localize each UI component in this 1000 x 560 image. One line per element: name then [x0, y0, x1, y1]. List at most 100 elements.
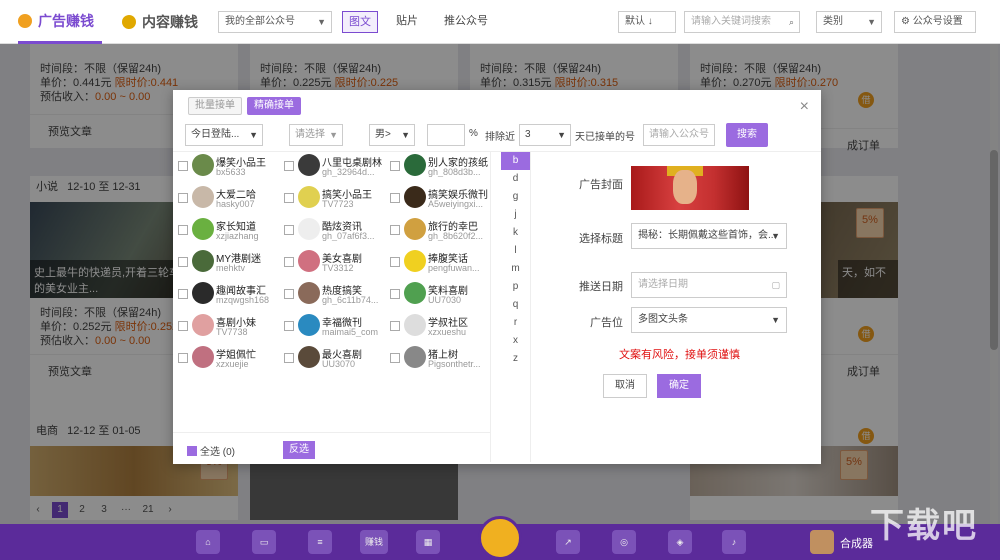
- account-item[interactable]: 趣闻故事汇 mzqwgsh168: [173, 280, 279, 312]
- home-icon[interactable]: ⌂: [196, 530, 220, 554]
- account-checkbox[interactable]: [178, 353, 188, 363]
- account-item[interactable]: 八里屯桌剧林 gh_32964d...: [279, 152, 385, 184]
- account-item[interactable]: 猪上树 Pigsonthetr...: [385, 344, 491, 376]
- alphabet-letter-q[interactable]: q: [501, 296, 530, 314]
- account-checkbox[interactable]: [178, 289, 188, 299]
- account-checkbox[interactable]: [284, 225, 294, 235]
- account-checkbox[interactable]: [178, 225, 188, 235]
- account-item[interactable]: 幸福微刊 maimai5_com: [279, 312, 385, 344]
- cancel-button[interactable]: 取消: [603, 374, 647, 398]
- title-select[interactable]: 揭秘：长期佩戴这些首饰，会... ▼: [631, 223, 787, 249]
- alphabet-letter-m[interactable]: m: [501, 260, 530, 278]
- account-item[interactable]: 旅行的幸巴 gh_8b620f2...: [385, 216, 491, 248]
- category-select[interactable]: 类别 ▼: [816, 11, 882, 33]
- account-checkbox[interactable]: [284, 289, 294, 299]
- login-filter-select[interactable]: 今日登陆... ▼: [185, 124, 263, 146]
- account-item[interactable]: 酷炫资讯 gh_07af6f3...: [279, 216, 385, 248]
- weibo-icon[interactable]: ◎: [612, 530, 636, 554]
- account-item[interactable]: 爆笑小品王 bx5633: [173, 152, 279, 184]
- account-checkbox[interactable]: [390, 225, 400, 235]
- account-item[interactable]: 别人家的孩纸 gh_808d3b...: [385, 152, 491, 184]
- alphabet-letter-g[interactable]: g: [501, 188, 530, 206]
- alphabet-letter-p[interactable]: p: [501, 278, 530, 296]
- account-item[interactable]: 最火喜剧 UU3070: [279, 344, 385, 376]
- music-icon[interactable]: ♪: [722, 530, 746, 554]
- account-search-input[interactable]: 请输入公众号: [643, 124, 715, 146]
- filter-promote-button[interactable]: 推公众号: [438, 11, 494, 33]
- position-select-value: 多图文头条: [638, 314, 688, 325]
- alphabet-letter-k[interactable]: k: [501, 224, 530, 242]
- alphabet-letter-b[interactable]: b: [501, 152, 530, 170]
- account-item[interactable]: 热度搞笑 gh_6c11b74...: [279, 280, 385, 312]
- avatar[interactable]: [810, 530, 834, 554]
- alphabet-letter-r[interactable]: r: [501, 314, 530, 332]
- account-checkbox[interactable]: [178, 321, 188, 331]
- position-select[interactable]: 多图文头条 ▼: [631, 307, 787, 333]
- account-checkbox[interactable]: [178, 161, 188, 171]
- invert-selection-button[interactable]: 反选: [283, 441, 315, 459]
- select-all-checkbox[interactable]: 全选 (0): [187, 443, 235, 458]
- alphabet-letter-l[interactable]: l: [501, 242, 530, 260]
- account-item[interactable]: 美女喜剧 TV3312: [279, 248, 385, 280]
- account-checkbox[interactable]: [284, 161, 294, 171]
- monitor-icon[interactable]: ▭: [252, 530, 276, 554]
- account-checkbox[interactable]: [284, 257, 294, 267]
- account-checkbox[interactable]: [390, 353, 400, 363]
- alphabet-letter-d[interactable]: d: [501, 170, 530, 188]
- calendar-icon[interactable]: ▢: [771, 273, 780, 297]
- keyword-search-input[interactable]: 请输入关键词搜索 ⌕: [684, 11, 800, 33]
- filter-tiepian-button[interactable]: 贴片: [390, 11, 424, 33]
- account-checkbox[interactable]: [390, 161, 400, 171]
- account-item[interactable]: 学叔社区 xzxueshu: [385, 312, 491, 344]
- account-item[interactable]: 捧腹笑话 pengfuwan...: [385, 248, 491, 280]
- chevron-down-icon: ▼: [329, 130, 338, 140]
- tab-ad-earn[interactable]: 广告赚钱: [18, 0, 102, 44]
- tab-content-earn[interactable]: 内容赚钱: [122, 0, 198, 44]
- gender-select[interactable]: 男> ▼: [369, 124, 415, 146]
- filter-tuwen-button[interactable]: 图文: [342, 11, 378, 33]
- account-checkbox[interactable]: [178, 257, 188, 267]
- center-logo-icon[interactable]: [478, 516, 522, 560]
- alphabet-letter-j[interactable]: j: [501, 206, 530, 224]
- top-bar: 广告赚钱 内容赚钱 我的全部公众号 ▼ 图文 贴片 推公众号 默认 ↓ 请输入关…: [0, 0, 1000, 44]
- account-item[interactable]: 学姐佩忙 xzxuejie: [173, 344, 279, 376]
- account-item[interactable]: 搞笑娱乐微刊 A5weiyingxi...: [385, 184, 491, 216]
- confirm-button[interactable]: 确定: [657, 374, 701, 398]
- earn-icon[interactable]: 赚钱: [360, 530, 388, 554]
- account-checkbox[interactable]: [390, 289, 400, 299]
- choose-select[interactable]: 请选择 ▼: [289, 124, 343, 146]
- alphabet-letter-z[interactable]: z: [501, 350, 530, 368]
- search-icon[interactable]: ⌕: [789, 12, 794, 32]
- account-item[interactable]: 喜剧小妹 TV7738: [173, 312, 279, 344]
- account-item[interactable]: MY港剧迷 mehktv: [173, 248, 279, 280]
- layers-icon[interactable]: ◈: [668, 530, 692, 554]
- date-picker-input[interactable]: 请选择日期 ▢: [631, 272, 787, 298]
- search-button[interactable]: 搜索: [726, 123, 768, 147]
- percent-input[interactable]: [427, 124, 465, 146]
- account-checkbox[interactable]: [284, 321, 294, 331]
- account-id: gh_07af6f3...: [322, 231, 375, 241]
- tab-precise-order[interactable]: 精确接单: [247, 97, 301, 115]
- calendar-icon[interactable]: ▦: [416, 530, 440, 554]
- account-item[interactable]: 家长知道 xzjiazhang: [173, 216, 279, 248]
- alphabet-letter-x[interactable]: x: [501, 332, 530, 350]
- account-checkbox[interactable]: [284, 353, 294, 363]
- share-icon[interactable]: ↗: [556, 530, 580, 554]
- document-icon[interactable]: ≡: [308, 530, 332, 554]
- tab-batch-order[interactable]: 批量接单: [188, 97, 242, 115]
- account-checkbox[interactable]: [284, 193, 294, 203]
- account-checkbox[interactable]: [178, 193, 188, 203]
- account-item[interactable]: 搞笑小品王 TV7723: [279, 184, 385, 216]
- account-item[interactable]: 大爱二哈 hasky007: [173, 184, 279, 216]
- account-settings-button[interactable]: ⚙ 公众号设置: [894, 11, 976, 33]
- account-select[interactable]: 我的全部公众号 ▼: [218, 11, 332, 33]
- close-icon[interactable]: ×: [800, 98, 809, 116]
- account-checkbox[interactable]: [390, 257, 400, 267]
- account-item[interactable]: 笑料喜剧 UU7030: [385, 280, 491, 312]
- account-checkbox[interactable]: [390, 193, 400, 203]
- exclude-days-select[interactable]: 3 ▼: [519, 124, 571, 146]
- synthesizer-label[interactable]: 合成器: [840, 535, 873, 551]
- account-avatar: [404, 314, 426, 336]
- account-checkbox[interactable]: [390, 321, 400, 331]
- sort-select[interactable]: 默认 ↓: [618, 11, 676, 33]
